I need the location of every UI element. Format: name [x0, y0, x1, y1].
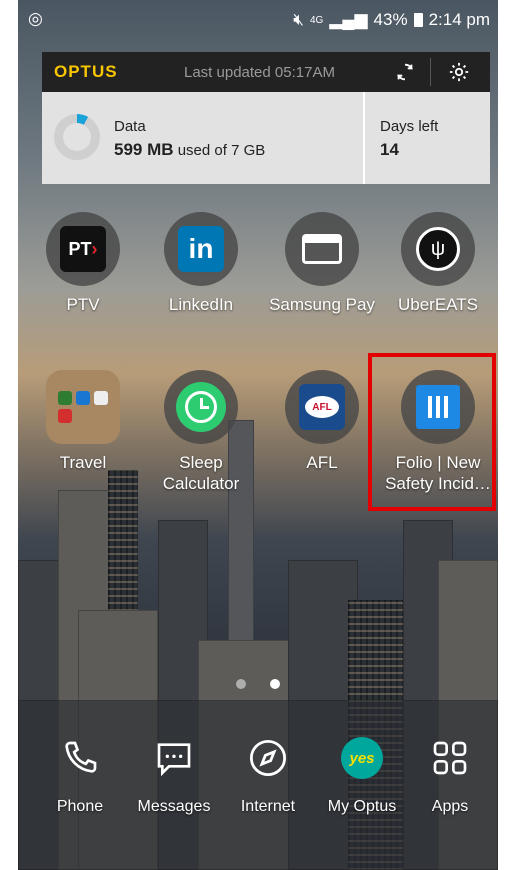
days-left-label: Days left [380, 118, 439, 135]
samsung-pay-icon [285, 212, 359, 286]
optus-widget[interactable]: OPTUS Last updated 05:17AM Data 599 MB u… [42, 52, 490, 184]
page-dot-active[interactable] [270, 679, 281, 689]
battery-icon [413, 13, 423, 27]
folder-icon [46, 370, 120, 444]
dock-label: Phone [56, 798, 104, 815]
linkedin-icon: in [164, 212, 238, 286]
battery-percent: 43% [373, 10, 408, 29]
optus-logo: OPTUS [54, 62, 118, 81]
data-used-value: 599 MB [114, 140, 174, 159]
dock-internet[interactable]: Internet [220, 726, 316, 816]
widget-header: OPTUS Last updated 05:17AM [42, 52, 490, 92]
data-usage-donut [54, 114, 100, 160]
app-sleep-calculator[interactable]: Sleep Calculator [146, 370, 256, 494]
app-label: Sleep Calculator [162, 453, 240, 493]
network-type: 4G [309, 14, 324, 26]
settings-button[interactable] [434, 52, 484, 92]
dock-label: My Optus [327, 798, 397, 815]
app-label: AFL [306, 453, 338, 472]
page-indicator [18, 676, 498, 694]
sleep-calculator-icon [164, 370, 238, 444]
ubereats-icon: ψ [401, 212, 475, 286]
data-label: Data [114, 118, 146, 135]
app-label: LinkedIn [168, 295, 234, 314]
app-label: PTV [66, 295, 100, 314]
dock-label: Internet [240, 798, 296, 815]
home-screen: ◎ 🔇︎ 4G ▂▄▆ 43% 2:14 pm OPTUS Last updat… [18, 0, 498, 870]
refresh-icon [396, 63, 414, 81]
mute-icon: 🔇︎ [293, 10, 304, 29]
dock-my-optus[interactable]: yes My Optus [314, 726, 410, 816]
refresh-button[interactable] [380, 52, 430, 92]
app-linkedin[interactable]: in LinkedIn [146, 212, 256, 315]
ptv-icon: PT › [46, 212, 120, 286]
app-label: UberEATS [398, 295, 478, 314]
clock: 2:14 pm [428, 10, 490, 29]
dock-label: Messages [137, 798, 211, 815]
days-left-value: 14 [380, 140, 399, 159]
dock-messages[interactable]: Messages [126, 726, 222, 816]
last-updated-text: Last updated 05:17AM [184, 64, 335, 81]
app-label: Samsung Pay [269, 295, 375, 314]
app-travel-folder[interactable]: Travel [28, 370, 138, 473]
messages-icon [142, 726, 206, 790]
app-ubereats[interactable]: ψ UberEATS [383, 212, 493, 315]
yes-icon: yes [330, 726, 394, 790]
phone-icon [48, 726, 112, 790]
data-total-text: used of 7 GB [177, 142, 266, 159]
sync-status-icon: ◎ [28, 9, 43, 28]
compass-icon [236, 726, 300, 790]
app-afl[interactable]: AFL AFL [267, 370, 377, 473]
gear-icon [449, 62, 469, 82]
apps-grid-icon [418, 726, 482, 790]
app-label: Travel [59, 453, 107, 472]
dock-phone[interactable]: Phone [32, 726, 128, 816]
widget-body [42, 92, 490, 184]
app-samsung-pay[interactable]: Samsung Pay [267, 212, 377, 315]
highlight-box [368, 353, 496, 511]
dock-apps[interactable]: Apps [402, 726, 498, 816]
signal-icon: ▂▄▆ [329, 10, 368, 29]
afl-icon: AFL [285, 370, 359, 444]
dock-label: Apps [431, 798, 469, 815]
status-bar: ◎ 🔇︎ 4G ▂▄▆ 43% 2:14 pm [18, 0, 498, 40]
app-ptv[interactable]: PT › PTV [28, 212, 138, 315]
page-dot[interactable] [235, 679, 246, 689]
data-usage-text: 599 MB used of 7 GB [114, 140, 265, 160]
